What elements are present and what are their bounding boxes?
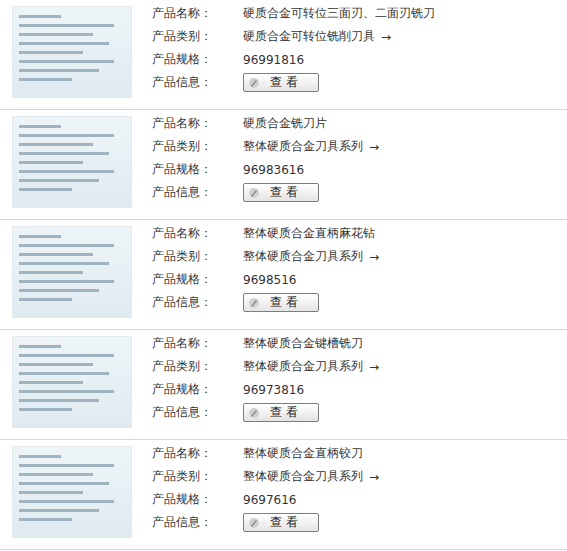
spec-label: 产品规格： (152, 51, 243, 68)
arrow-icon: → (369, 250, 379, 264)
info-label: 产品信息： (152, 184, 243, 201)
info-cell: 查 看 (243, 183, 379, 202)
product-thumbnail[interactable] (12, 116, 132, 208)
info-label: 产品信息： (152, 514, 243, 531)
info-cell: 查 看 (243, 73, 435, 92)
product-name: 硬质合金可转位三面刃、二面刃铣刀 (243, 5, 435, 22)
product-name: 硬质合金铣刀片 (243, 115, 379, 132)
info-cell: 查 看 (243, 293, 379, 312)
product-spec: 9697616 (243, 493, 379, 507)
spec-label: 产品规格： (152, 271, 243, 288)
view-button[interactable]: 查 看 (243, 293, 319, 312)
product-info: 产品名称：硬质合金铣刀片产品类别：整体硬质合金刀具系列→产品规格：9698361… (152, 112, 379, 204)
product-category[interactable]: 硬质合金可转位铣削刀具→ (243, 28, 435, 45)
spec-label: 产品规格： (152, 161, 243, 178)
category-label: 产品类别： (152, 138, 243, 155)
product-info: 产品名称：整体硬质合金直柄铰刀产品类别：整体硬质合金刀具系列→产品规格：9697… (152, 442, 379, 534)
arrow-icon: → (369, 360, 379, 374)
product-name: 整体硬质合金直柄铰刀 (243, 445, 379, 462)
product-category[interactable]: 整体硬质合金刀具系列→ (243, 248, 379, 265)
info-cell: 查 看 (243, 403, 379, 422)
product-info: 产品名称：整体硬质合金键槽铣刀产品类别：整体硬质合金刀具系列→产品规格：9697… (152, 332, 379, 424)
name-label: 产品名称： (152, 335, 243, 352)
arrow-icon: → (381, 30, 391, 44)
name-label: 产品名称： (152, 5, 243, 22)
pencil-icon (248, 77, 260, 89)
product-name: 整体硬质合金直柄麻花钻 (243, 225, 379, 242)
product-spec: 96973816 (243, 383, 379, 397)
view-button[interactable]: 查 看 (243, 403, 319, 422)
name-label: 产品名称： (152, 225, 243, 242)
product-thumbnail[interactable] (12, 446, 132, 538)
product-row: 产品名称：硬质合金可转位三面刃、二面刃铣刀产品类别：硬质合金可转位铣削刀具→产品… (0, 0, 567, 110)
product-spec: 9698516 (243, 273, 379, 287)
product-category[interactable]: 整体硬质合金刀具系列→ (243, 468, 379, 485)
pencil-icon (248, 407, 260, 419)
category-label: 产品类别： (152, 358, 243, 375)
name-label: 产品名称： (152, 445, 243, 462)
info-label: 产品信息： (152, 294, 243, 311)
info-label: 产品信息： (152, 404, 243, 421)
product-spec: 96983616 (243, 163, 379, 177)
info-cell: 查 看 (243, 513, 379, 532)
product-thumbnail[interactable] (12, 6, 132, 98)
name-label: 产品名称： (152, 115, 243, 132)
product-row: 产品名称：硬质合金铣刀片产品类别：整体硬质合金刀具系列→产品规格：9698361… (0, 110, 567, 220)
product-list: 产品名称：硬质合金可转位三面刃、二面刃铣刀产品类别：硬质合金可转位铣削刀具→产品… (0, 0, 567, 550)
pencil-icon (248, 517, 260, 529)
pencil-icon (248, 297, 260, 309)
product-name: 整体硬质合金键槽铣刀 (243, 335, 379, 352)
arrow-icon: → (369, 470, 379, 484)
category-label: 产品类别： (152, 28, 243, 45)
product-row: 产品名称：整体硬质合金键槽铣刀产品类别：整体硬质合金刀具系列→产品规格：9697… (0, 330, 567, 440)
spec-label: 产品规格： (152, 381, 243, 398)
product-category[interactable]: 整体硬质合金刀具系列→ (243, 358, 379, 375)
product-thumbnail[interactable] (12, 226, 132, 318)
view-button[interactable]: 查 看 (243, 73, 319, 92)
product-row: 产品名称：整体硬质合金直柄铰刀产品类别：整体硬质合金刀具系列→产品规格：9697… (0, 440, 567, 550)
category-label: 产品类别： (152, 468, 243, 485)
product-row: 产品名称：整体硬质合金直柄麻花钻产品类别：整体硬质合金刀具系列→产品规格：969… (0, 220, 567, 330)
product-spec: 96991816 (243, 53, 435, 67)
product-info: 产品名称：硬质合金可转位三面刃、二面刃铣刀产品类别：硬质合金可转位铣削刀具→产品… (152, 2, 435, 94)
arrow-icon: → (369, 140, 379, 154)
view-button[interactable]: 查 看 (243, 183, 319, 202)
product-info: 产品名称：整体硬质合金直柄麻花钻产品类别：整体硬质合金刀具系列→产品规格：969… (152, 222, 379, 314)
spec-label: 产品规格： (152, 491, 243, 508)
product-category[interactable]: 整体硬质合金刀具系列→ (243, 138, 379, 155)
category-label: 产品类别： (152, 248, 243, 265)
view-button[interactable]: 查 看 (243, 513, 319, 532)
pencil-icon (248, 187, 260, 199)
info-label: 产品信息： (152, 74, 243, 91)
product-thumbnail[interactable] (12, 336, 132, 428)
